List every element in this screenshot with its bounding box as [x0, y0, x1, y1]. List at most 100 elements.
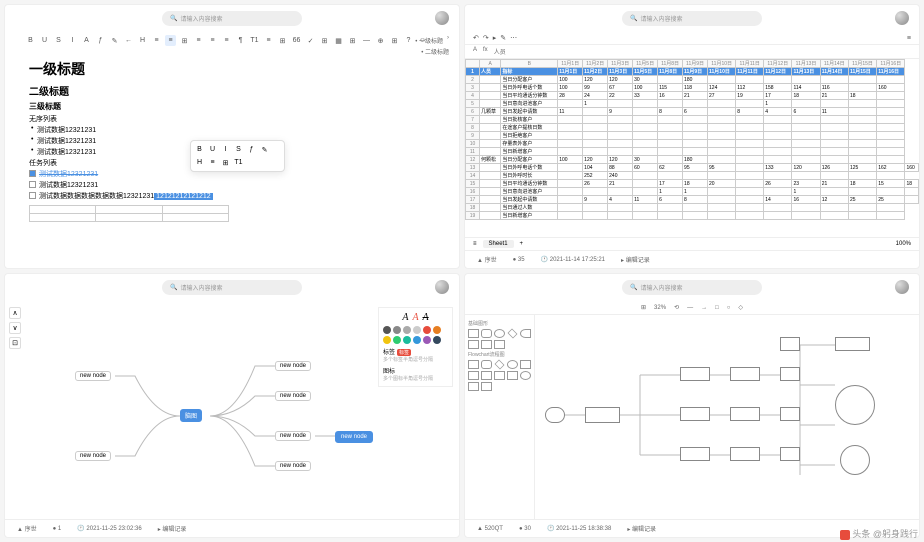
shape-prep[interactable]: [507, 371, 518, 380]
insert-button[interactable]: ⊕: [375, 35, 386, 46]
flow-node[interactable]: [730, 407, 760, 421]
textsize-button[interactable]: T1: [249, 35, 260, 46]
underline-button[interactable]: U: [39, 35, 50, 46]
color-swatch[interactable]: [423, 326, 431, 334]
mindmap-node[interactable]: new node: [275, 391, 311, 401]
grid-icon[interactable]: ⊞: [641, 304, 646, 311]
color-swatch[interactable]: [403, 336, 411, 344]
float-pen[interactable]: ✎: [259, 144, 270, 155]
redo-icon[interactable]: ↷: [483, 34, 489, 42]
avatar[interactable]: [435, 280, 449, 294]
toc-item[interactable]: • 二级标题: [415, 46, 449, 57]
cursor-icon[interactable]: ▸: [493, 34, 497, 42]
mindmap-node[interactable]: new node: [275, 361, 311, 371]
flow-node[interactable]: [730, 447, 760, 461]
line-tool[interactable]: —: [687, 305, 693, 311]
refresh-icon[interactable]: ⟲: [674, 304, 679, 311]
flow-node[interactable]: [835, 337, 870, 351]
color-swatch[interactable]: [393, 326, 401, 334]
bold-button[interactable]: B: [25, 35, 36, 46]
shape-parallelogram[interactable]: [468, 340, 479, 349]
shape-terminator[interactable]: [481, 360, 492, 369]
color-swatch[interactable]: [423, 336, 431, 344]
font-color-button[interactable]: A: [412, 312, 418, 323]
shape-connector[interactable]: [507, 360, 518, 369]
flow-node[interactable]: [680, 447, 710, 461]
align-button[interactable]: ≡: [193, 35, 204, 46]
divider-button[interactable]: —: [361, 35, 372, 46]
flowchart-canvas[interactable]: [535, 315, 919, 519]
numbered-list-button[interactable]: ≡: [165, 35, 176, 46]
float-heading[interactable]: H: [194, 157, 205, 168]
color-swatch[interactable]: [383, 326, 391, 334]
float-indent[interactable]: ⊞: [220, 157, 231, 168]
toc-arrow-icon[interactable]: ›: [447, 35, 449, 41]
toc-item[interactable]: • 一级标题: [415, 35, 449, 46]
quote-button[interactable]: 66: [291, 35, 302, 46]
shape-rect[interactable]: [468, 329, 479, 338]
float-strike[interactable]: S: [233, 144, 244, 155]
code-button[interactable]: ▦: [333, 35, 344, 46]
attach-button[interactable]: ⊞: [389, 35, 400, 46]
shape-triangle[interactable]: [494, 340, 505, 349]
menu-icon[interactable]: ≡: [907, 35, 911, 42]
shape-circle[interactable]: [520, 371, 531, 380]
fit-button[interactable]: ⊡: [9, 337, 21, 349]
heading-button[interactable]: H: [137, 35, 148, 46]
sheet-tab[interactable]: Sheet1: [483, 240, 514, 248]
image-button[interactable]: ⊞: [319, 35, 330, 46]
undo-icon[interactable]: ↶: [473, 34, 479, 42]
float-format[interactable]: ƒ: [246, 144, 257, 155]
strike-button[interactable]: S: [53, 35, 64, 46]
mindmap-node[interactable]: new node: [75, 371, 111, 381]
formula-input[interactable]: 人员: [494, 47, 506, 56]
footer-edit[interactable]: ▸ 编辑记录: [621, 255, 650, 264]
avatar[interactable]: [895, 280, 909, 294]
search-input[interactable]: 🔍 请输入内容搜索: [162, 11, 302, 26]
flow-circle[interactable]: [835, 385, 875, 425]
justify-button[interactable]: ≡: [207, 35, 218, 46]
zoom-in-button[interactable]: ∧: [9, 307, 21, 319]
shape-decision[interactable]: [495, 360, 505, 370]
shape-document[interactable]: [468, 371, 479, 380]
cell-ref[interactable]: A: [473, 47, 477, 56]
color-swatch[interactable]: [403, 326, 411, 334]
highlight-button[interactable]: ✎: [109, 35, 120, 46]
zoom-display[interactable]: 32%: [654, 305, 666, 311]
tabs-menu-icon[interactable]: ≡: [473, 241, 477, 247]
color-swatch[interactable]: [433, 336, 441, 344]
flow-node[interactable]: [780, 367, 800, 381]
footer-edit[interactable]: ▸ 编辑记录: [158, 524, 187, 533]
circle-tool[interactable]: ○: [727, 305, 731, 311]
shape-capsule[interactable]: [520, 329, 531, 338]
mindmap-node-selected[interactable]: new node: [335, 431, 373, 443]
paint-icon[interactable]: ✎: [500, 34, 506, 42]
search-input[interactable]: 🔍 请输入内容搜索: [622, 280, 762, 295]
float-bold[interactable]: B: [194, 144, 205, 155]
shape-data[interactable]: [520, 360, 531, 369]
indent-button[interactable]: ⊞: [179, 35, 190, 46]
grid-button[interactable]: ⊞: [347, 35, 358, 46]
shape-diamond[interactable]: [508, 329, 518, 339]
diamond-tool[interactable]: ◇: [738, 304, 743, 311]
spreadsheet-grid[interactable]: AB11月1日11月2日11月3日11月5日11月8日11月9日11月10日11…: [465, 59, 919, 237]
mindmap-node[interactable]: new node: [275, 461, 311, 471]
float-underline[interactable]: U: [207, 144, 218, 155]
task-item[interactable]: 测试数据数据数据数据数据1232123112121212121212: [29, 191, 435, 201]
help-button[interactable]: ?: [403, 35, 414, 46]
italic-button[interactable]: I: [67, 35, 78, 46]
shape-ellipse[interactable]: [494, 329, 505, 338]
flow-circle[interactable]: [840, 445, 870, 475]
spacing-button[interactable]: ≡: [221, 35, 232, 46]
empty-table[interactable]: [29, 205, 229, 222]
shape-roundrect[interactable]: [481, 329, 492, 338]
arrow-tool[interactable]: →: [701, 305, 707, 311]
paragraph-button[interactable]: ¶: [235, 35, 246, 46]
font-button[interactable]: A: [81, 35, 92, 46]
flow-node[interactable]: [585, 407, 620, 423]
flow-start[interactable]: [545, 407, 565, 423]
shape-storage[interactable]: [481, 371, 492, 380]
flow-node[interactable]: [780, 407, 800, 421]
table-button[interactable]: ⊞: [277, 35, 288, 46]
shape-tape[interactable]: [481, 382, 492, 391]
